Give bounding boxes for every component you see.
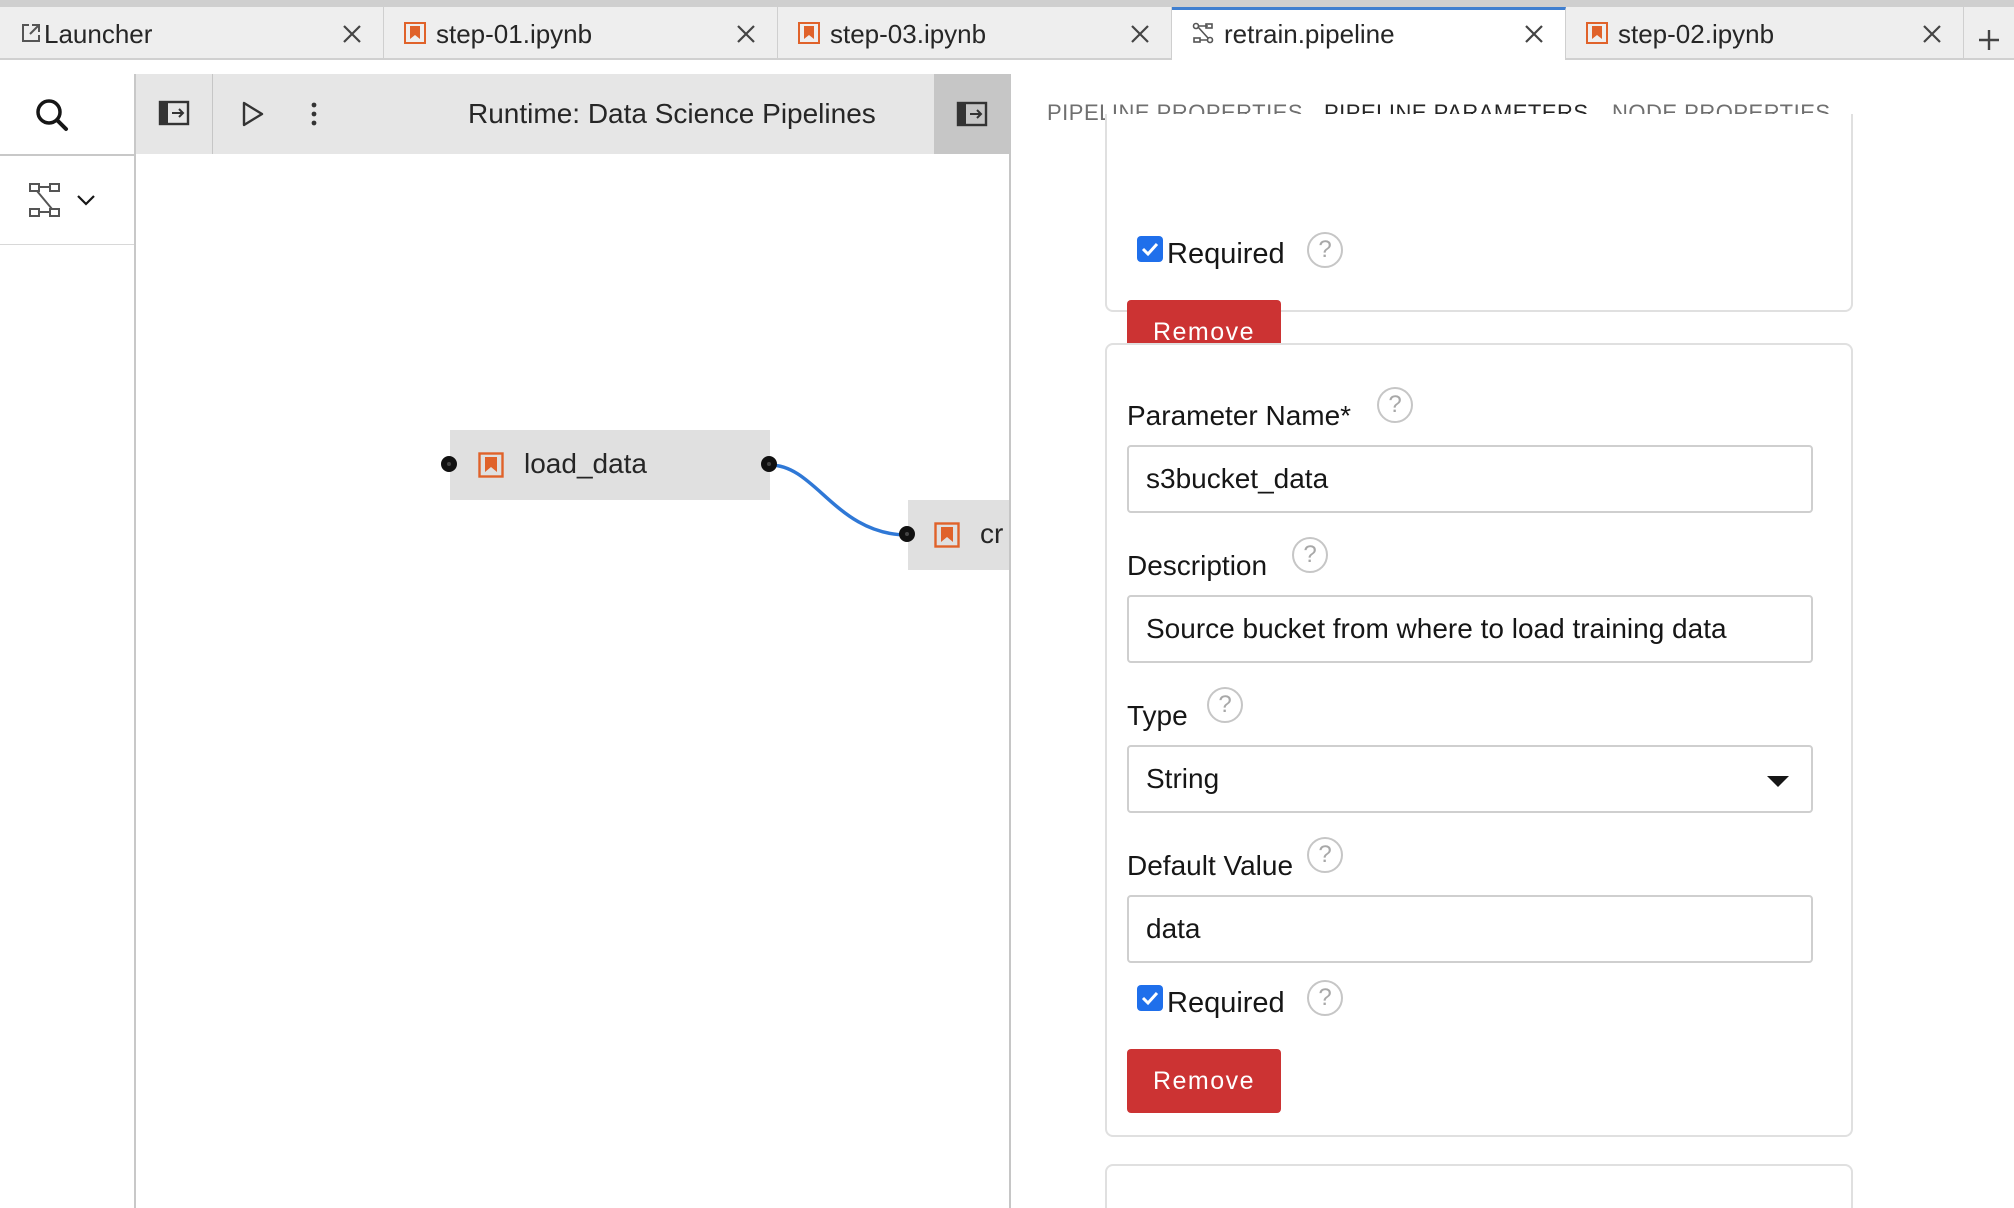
- close-icon[interactable]: [735, 23, 757, 45]
- chevron-down-icon: [77, 195, 95, 206]
- notebook-icon: [798, 22, 820, 44]
- node-label: cr: [980, 518, 1004, 549]
- close-icon[interactable]: [1129, 23, 1151, 45]
- play-icon: [242, 101, 264, 127]
- checkmark-icon: [1141, 242, 1159, 257]
- input-port[interactable]: [441, 456, 457, 472]
- notebook-icon: [478, 452, 504, 478]
- search-icon: [36, 99, 68, 131]
- default-value-input[interactable]: data: [1127, 895, 1813, 963]
- pipeline-icon: [1192, 22, 1214, 44]
- tab-step-01[interactable]: step-01.ipynb: [384, 7, 778, 58]
- required-checkbox[interactable]: [1137, 236, 1163, 262]
- plus-icon: [1979, 30, 1999, 50]
- type-select[interactable]: String: [1127, 745, 1813, 813]
- tab-label: retrain.pipeline: [1224, 19, 1395, 49]
- help-icon[interactable]: ?: [1207, 687, 1243, 723]
- tab-launcher[interactable]: Launcher: [0, 7, 384, 58]
- notebook-icon: [1586, 22, 1608, 44]
- required-label: Required: [1167, 238, 1285, 270]
- parameter-name-input[interactable]: s3bucket_data: [1127, 445, 1813, 513]
- window-top-strip: [0, 0, 2014, 7]
- toggle-properties-panel-button[interactable]: [934, 74, 1010, 154]
- add-tab-button[interactable]: [1964, 14, 2014, 65]
- panel-toggle-icon: [956, 101, 988, 127]
- notebook-icon: [404, 22, 426, 44]
- pipeline-canvas[interactable]: load_data cr: [136, 154, 1010, 1208]
- external-link-icon: [22, 24, 40, 42]
- type-selected-value: String: [1146, 763, 1220, 794]
- pipeline-node-partial[interactable]: cr: [908, 500, 1010, 570]
- parameter-name-label: Parameter Name*: [1127, 400, 1352, 431]
- required-checkbox[interactable]: [1137, 985, 1163, 1011]
- parameter-card: Parameter Name* ? s3bucket_data Descript…: [1105, 343, 1853, 1137]
- remove-parameter-button[interactable]: Remove: [1127, 1049, 1281, 1113]
- parameter-card: [1105, 1164, 1853, 1208]
- tab-label: step-02.ipynb: [1618, 19, 1775, 49]
- tab-step-02[interactable]: step-02.ipynb: [1566, 7, 1964, 58]
- run-pipeline-button[interactable]: [212, 74, 288, 154]
- kebab-menu-icon: [311, 102, 317, 126]
- toggle-palette-button[interactable]: [136, 74, 213, 154]
- type-label: Type: [1127, 700, 1188, 731]
- left-sidebar: [0, 74, 136, 1208]
- caret-down-icon: [1767, 776, 1789, 787]
- help-icon[interactable]: ?: [1307, 980, 1343, 1016]
- pipeline-editor-dropdown[interactable]: [0, 156, 134, 245]
- help-icon[interactable]: ?: [1377, 387, 1413, 423]
- help-icon[interactable]: ?: [1292, 537, 1328, 573]
- tab-label: step-03.ipynb: [830, 19, 987, 49]
- pipeline-toolbar: Runtime: Data Science Pipelines: [136, 74, 1010, 154]
- description-label: Description: [1127, 550, 1268, 581]
- description-input[interactable]: Source bucket from where to load trainin…: [1127, 595, 1813, 663]
- checkmark-icon: [1141, 991, 1159, 1006]
- panel-toggle-icon: [158, 100, 190, 126]
- pipeline-icon: [29, 183, 60, 217]
- close-icon[interactable]: [341, 23, 363, 45]
- output-port[interactable]: [761, 456, 777, 472]
- runtime-label: Runtime: Data Science Pipelines: [468, 98, 876, 129]
- close-icon[interactable]: [1523, 23, 1545, 45]
- tab-bar: Launcher step-01.ipynb step-03.ipynb ret…: [0, 7, 2014, 60]
- pipeline-node-load-data[interactable]: load_data: [450, 430, 770, 500]
- tab-label: Launcher: [44, 19, 153, 49]
- tab-retrain-pipeline[interactable]: retrain.pipeline: [1172, 7, 1566, 60]
- tab-step-03[interactable]: step-03.ipynb: [778, 7, 1172, 58]
- help-icon[interactable]: ?: [1307, 232, 1343, 268]
- node-label: load_data: [524, 448, 648, 479]
- help-icon[interactable]: ?: [1307, 837, 1343, 873]
- properties-panel: PIPELINE PROPERTIES PIPELINE PARAMETERS …: [1011, 74, 2014, 1208]
- close-icon[interactable]: [1921, 23, 1943, 45]
- input-port[interactable]: [899, 526, 915, 542]
- search-button[interactable]: [0, 74, 134, 156]
- node-connector: [769, 463, 909, 537]
- notebook-icon: [934, 522, 960, 548]
- tab-label: step-01.ipynb: [436, 19, 593, 49]
- parameter-card: Required ? Remove: [1105, 114, 1853, 364]
- more-actions-button[interactable]: [288, 74, 348, 154]
- required-label: Required: [1167, 987, 1285, 1019]
- default-value-label: Default Value: [1127, 850, 1294, 881]
